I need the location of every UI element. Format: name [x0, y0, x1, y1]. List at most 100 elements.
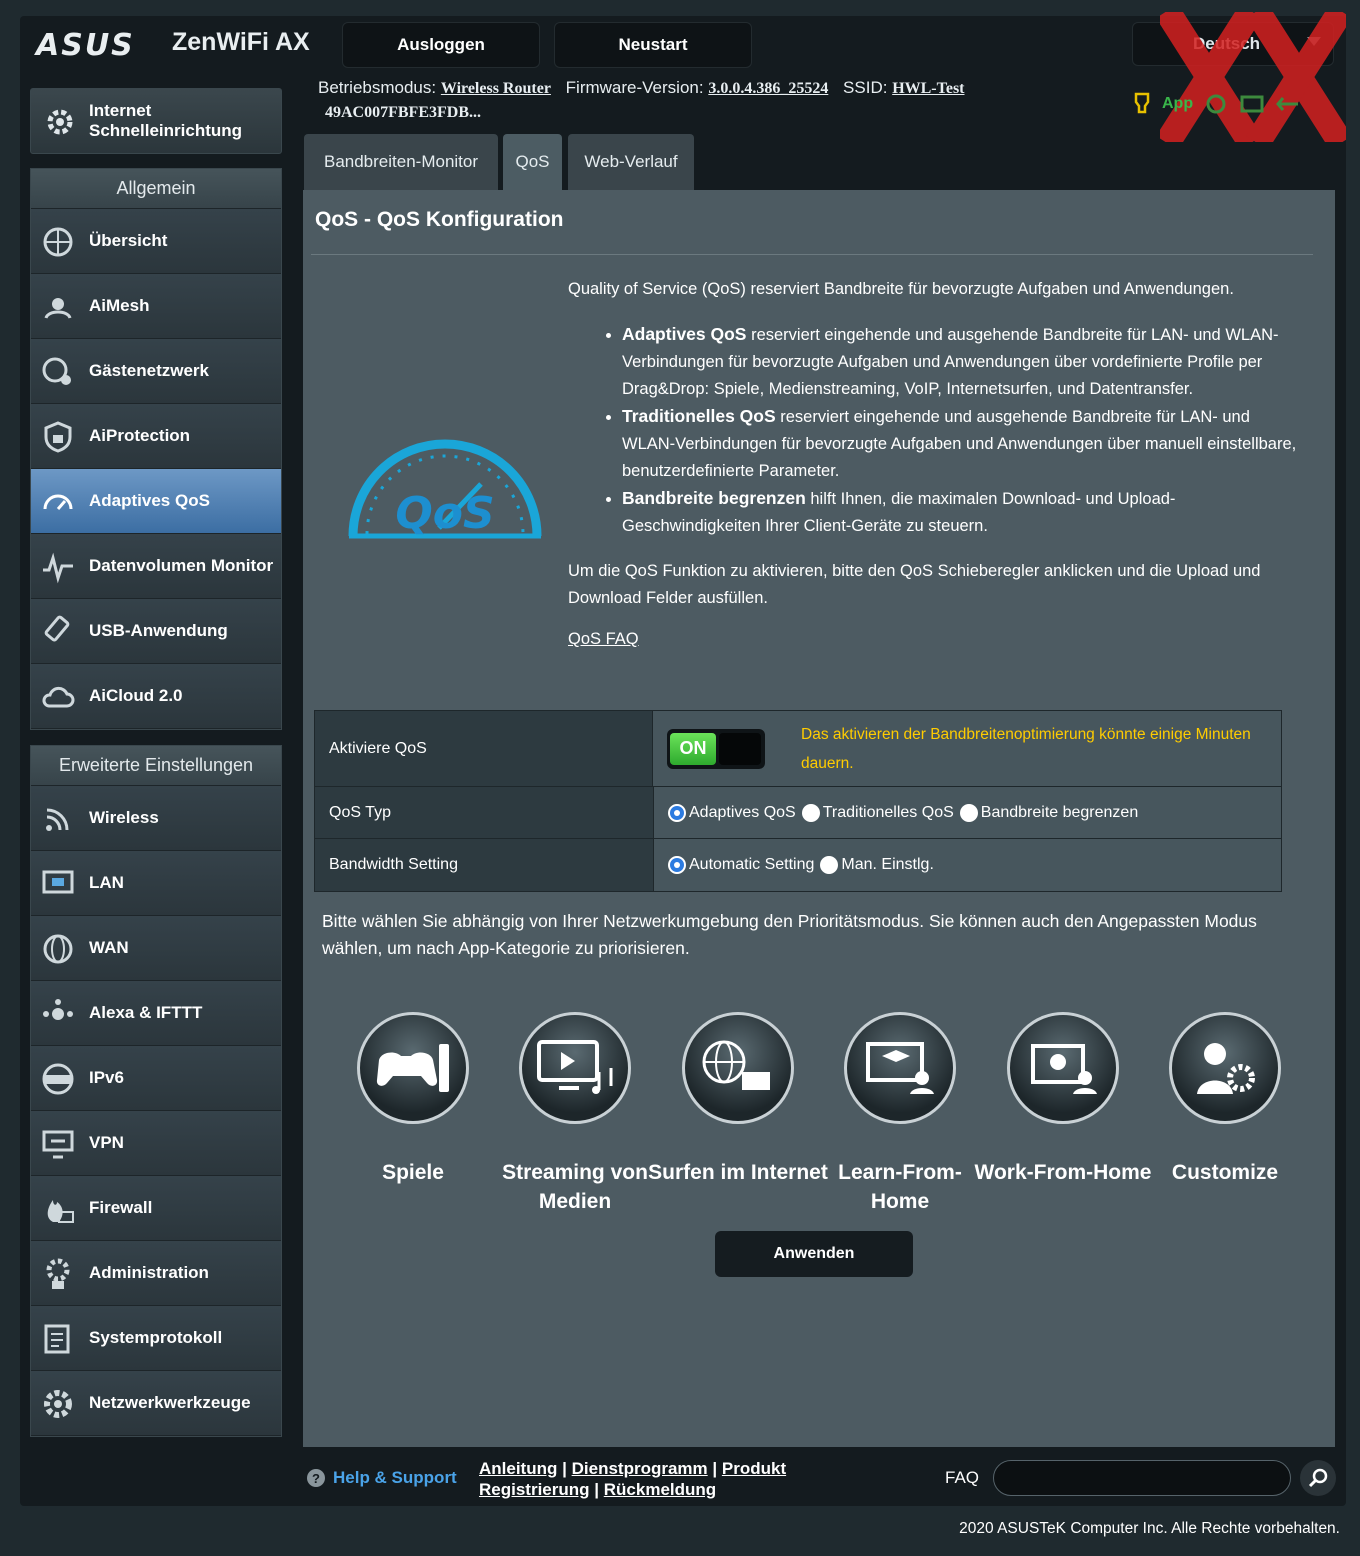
learn-from-home-icon: [866, 1042, 934, 1094]
tab-web-history[interactable]: Web-Verlauf: [568, 134, 694, 190]
quick-setup-gear-icon: [47, 109, 73, 135]
sidebar-item-wireless[interactable]: Wireless: [31, 786, 281, 851]
mode-work-from-home[interactable]: Work-From-Home: [973, 1012, 1153, 1187]
quick-internet-setup[interactable]: Internet Schnelleinrichtung: [30, 88, 282, 154]
qos-faq-link[interactable]: QoS FAQ: [568, 626, 639, 653]
qos-gauge-icon: QoS: [348, 439, 542, 539]
ssid-value-2: 49AC007FBFE3FDB...: [325, 104, 481, 121]
sidebar-item-label: Systemprotokoll: [89, 1328, 223, 1347]
qos-type-list: Adaptives QoS reserviert eingehende und …: [568, 321, 1298, 540]
apply-button[interactable]: Anwenden: [715, 1231, 913, 1277]
radio-manual-setting[interactable]: Man. Einstlg.: [820, 856, 934, 874]
sidebar-item-adaptive-qos[interactable]: Adaptives QoS: [31, 469, 281, 534]
sidebar-item-wan[interactable]: WAN: [31, 916, 281, 981]
sidebar-item-label: USB-Anwendung: [89, 621, 228, 640]
enable-qos-cell: ON Das aktivieren der Bandbreitenoptimie…: [653, 711, 1281, 786]
feedback-link[interactable]: Rückmeldung: [604, 1480, 716, 1499]
sidebar-item-overview[interactable]: Übersicht: [31, 209, 281, 274]
app-link[interactable]: App: [1162, 95, 1193, 113]
mode-learn-from-home[interactable]: Learn-From-Home: [810, 1012, 990, 1216]
sidebar-item-system-log[interactable]: Systemprotokoll: [31, 1306, 281, 1371]
mode-value-link[interactable]: Wireless Router: [441, 80, 551, 97]
mode-gaming[interactable]: Spiele: [323, 1012, 503, 1187]
wan-globe-icon: [43, 934, 73, 964]
radio-automatic-setting[interactable]: Automatic Setting: [668, 856, 814, 874]
faq-label: FAQ: [945, 1468, 980, 1487]
mode-media-streaming[interactable]: Streaming von Medien: [485, 1012, 665, 1216]
help-support-link[interactable]: ? Help & Support: [307, 1468, 457, 1488]
lan-icon: [42, 870, 74, 894]
sidebar-item-traffic-monitor[interactable]: Datenvolumen Monitor: [31, 534, 281, 599]
mode-customize[interactable]: Customize: [1135, 1012, 1315, 1187]
globe-icon: [43, 227, 73, 257]
sidebar-item-label: AiProtection: [89, 426, 191, 445]
bulb-icon[interactable]: [1132, 92, 1152, 116]
radio-bandwidth-limiter[interactable]: Bandbreite begrenzen: [959, 803, 1138, 822]
sidebar-item-label: Administration: [89, 1263, 209, 1282]
bandwidth-setting-label: Bandwidth Setting: [315, 839, 654, 891]
radio-label: Man. Einstlg.: [841, 856, 934, 873]
table-row: Aktiviere QoS ON Das aktivieren der Band…: [315, 711, 1281, 787]
product-registration-link[interactable]: Produkt: [722, 1459, 786, 1478]
enable-qos-label: Aktiviere QoS: [315, 711, 653, 786]
network-status-icon[interactable]: [1239, 92, 1265, 116]
sidebar-item-guest-network[interactable]: Gästenetzwerk: [31, 339, 281, 404]
mode-circle: [1007, 1012, 1119, 1124]
mode-web-surfing[interactable]: Surfen im Internet: [648, 1012, 828, 1187]
sidebar-item-usb[interactable]: USB-Anwendung: [31, 599, 281, 664]
sidebar-item-administration[interactable]: Administration: [31, 1241, 281, 1306]
bullet-title: Bandbreite begrenzen: [622, 488, 806, 508]
registration-link[interactable]: Registrierung: [479, 1480, 590, 1499]
tab-qos[interactable]: QoS: [503, 134, 562, 190]
qos-panel: QoS - QoS Konfiguration QoS Quality of S…: [303, 190, 1335, 1447]
log-icon: [44, 1324, 70, 1354]
sidebar-item-aiprotection[interactable]: AiProtection: [31, 404, 281, 469]
sidebar-item-aicloud[interactable]: AiCloud 2.0: [31, 664, 281, 729]
table-row: Bandwidth Setting Automatic Setting Man.…: [315, 839, 1281, 891]
asus-logo: ASUS: [36, 28, 135, 63]
page-title: QoS - QoS Konfiguration: [315, 208, 564, 231]
logout-button[interactable]: Ausloggen: [342, 22, 540, 68]
client-status-icon[interactable]: [1203, 92, 1229, 116]
ssid-label: SSID:: [843, 78, 888, 97]
qos-toggle[interactable]: ON: [667, 728, 765, 769]
sidebar-item-label: VPN: [89, 1133, 124, 1152]
toggle-knob: [719, 732, 761, 765]
separator: |: [712, 1459, 718, 1478]
firmware-value-link[interactable]: 3.0.0.4.386_25524: [708, 80, 828, 97]
sidebar-item-lan[interactable]: LAN: [31, 851, 281, 916]
reboot-button[interactable]: Neustart: [554, 22, 752, 68]
sidebar-item-network-tools[interactable]: Netzwerkwerkzeuge: [31, 1371, 281, 1436]
manual-link[interactable]: Anleitung: [479, 1459, 557, 1478]
firewall-icon: [47, 1200, 74, 1223]
sidebar-item-firewall[interactable]: Firewall: [31, 1176, 281, 1241]
sidebar-item-label: IPv6: [89, 1068, 124, 1087]
sidebar-item-label: Firewall: [89, 1198, 153, 1217]
sidebar-item-alexa-ifttt[interactable]: Alexa & IFTTT: [31, 981, 281, 1046]
mode-label: Learn-From-Home: [838, 1161, 962, 1213]
radio-traditional-qos[interactable]: Traditionelles QoS: [801, 803, 954, 822]
sidebar-item-vpn[interactable]: VPN: [31, 1111, 281, 1176]
mode-label: Betriebsmodus:: [318, 78, 437, 97]
sidebar-item-ipv6[interactable]: IPv6: [31, 1046, 281, 1111]
tab-bandwidth-monitor[interactable]: Bandbreiten-Monitor: [304, 134, 498, 190]
sidebar-item-label: Gästenetzwerk: [89, 361, 209, 380]
traffic-monitor-icon: [43, 552, 73, 584]
qos-type-cell: Adaptives QoS Traditionelles QoS Bandbre…: [654, 787, 1281, 838]
ssid-value-link[interactable]: HWL-Test: [892, 80, 964, 97]
advanced-title: Erweiterte Einstellungen: [31, 746, 281, 786]
sidebar-item-label: Datenvolumen Monitor: [89, 556, 274, 575]
faq-search-button[interactable]: [1300, 1460, 1336, 1496]
usb-status-icon[interactable]: [1275, 92, 1301, 116]
sidebar-item-aimesh[interactable]: AiMesh: [31, 274, 281, 339]
guest-network-icon: [42, 357, 71, 385]
radio-unselected-icon: [959, 803, 978, 822]
radio-adaptive-qos[interactable]: Adaptives QoS: [668, 803, 796, 822]
utility-link[interactable]: Dienstprogramm: [572, 1459, 708, 1478]
web-surfing-icon: [702, 1040, 770, 1090]
mode-label: Customize: [1171, 1161, 1279, 1184]
sidebar-item-label: AiCloud 2.0: [89, 686, 183, 705]
help-label: Help & Support: [333, 1468, 457, 1487]
faq-search-input[interactable]: [993, 1460, 1291, 1496]
list-item: Traditionelles QoS reserviert eingehende…: [622, 403, 1298, 485]
